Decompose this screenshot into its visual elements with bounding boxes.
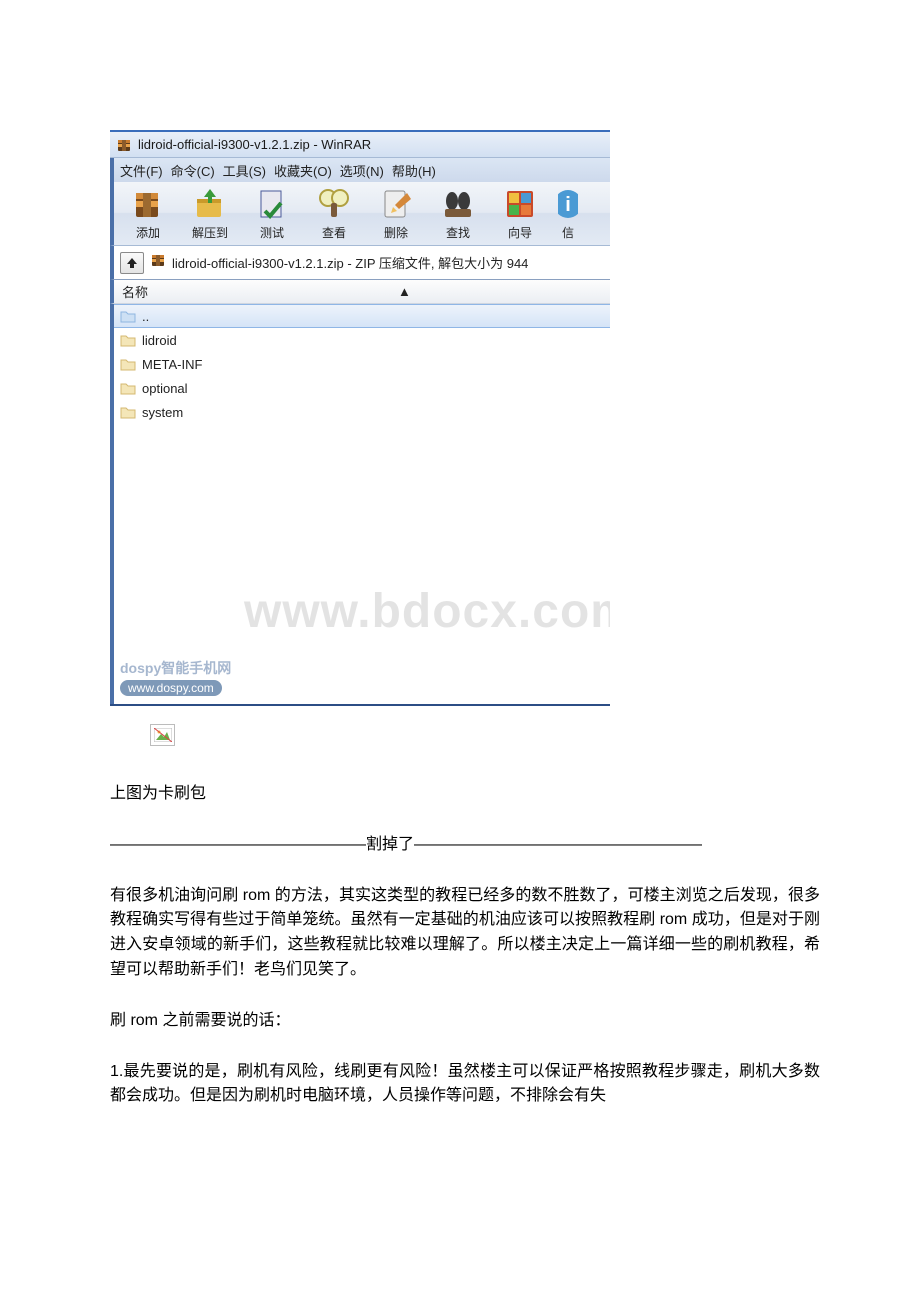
list-item[interactable]: optional (114, 376, 610, 400)
folder-icon (120, 356, 136, 372)
toolbar-find-button[interactable]: 查找 (434, 186, 482, 241)
menu-options[interactable]: 选项(N) (340, 161, 384, 180)
menu-tools[interactable]: 工具(S) (223, 161, 266, 180)
watermark-text: www.bdocx.com (244, 584, 610, 639)
folder-up-icon (120, 308, 136, 324)
caption-text: 上图为卡刷包 (110, 782, 820, 807)
missing-image-placeholder (150, 724, 175, 746)
separator-line: ————————————————割掉了—————————————————— (110, 833, 820, 858)
svg-text:i: i (565, 194, 571, 216)
menubar: 文件(F) 命令(C) 工具(S) 收藏夹(O) 选项(N) 帮助(H) (110, 158, 610, 182)
wizard-icon (502, 186, 538, 222)
toolbar-view-button[interactable]: 查看 (310, 186, 358, 241)
up-button[interactable] (120, 252, 144, 274)
article-body: 上图为卡刷包 ————————————————割掉了——————————————… (110, 782, 820, 1109)
menu-help[interactable]: 帮助(H) (392, 161, 436, 180)
folder-icon (120, 404, 136, 420)
view-icon (316, 186, 352, 222)
list-item[interactable]: META-INF (114, 352, 610, 376)
toolbar-test-button[interactable]: 测试 (248, 186, 296, 241)
path-bar: lidroid-official-i9300-v1.2.1.zip - ZIP … (110, 246, 610, 280)
find-icon (440, 186, 476, 222)
paragraph: 刷 rom 之前需要说的话： (110, 1009, 820, 1034)
list-item[interactable]: system (114, 400, 610, 424)
extract-icon (192, 186, 228, 222)
folder-icon (120, 332, 136, 348)
toolbar: 添加 解压到 (110, 182, 610, 246)
archive-icon (150, 252, 166, 273)
col-name-label: 名称 (122, 282, 148, 301)
info-icon: i (558, 186, 578, 222)
path-text: lidroid-official-i9300-v1.2.1.zip - ZIP … (172, 253, 528, 272)
toolbar-info-button[interactable]: i 信 (558, 186, 578, 241)
winrar-screenshot: lidroid-official-i9300-v1.2.1.zip - WinR… (110, 130, 610, 706)
watermark-logo: dospy智能手机网 www.dospy.com (120, 658, 231, 696)
column-header[interactable]: 名称 ▲ (110, 280, 610, 304)
toolbar-delete-button[interactable]: 删除 (372, 186, 420, 241)
window-titlebar: lidroid-official-i9300-v1.2.1.zip - WinR… (110, 132, 610, 158)
delete-icon (378, 186, 414, 222)
toolbar-add-button[interactable]: 添加 (124, 186, 172, 241)
menu-command[interactable]: 命令(C) (171, 161, 215, 180)
list-item[interactable]: lidroid (114, 328, 610, 352)
file-list: .. lidroid META-INF optional (110, 304, 610, 704)
winrar-app-icon (116, 137, 132, 153)
menu-favorites[interactable]: 收藏夹(O) (274, 161, 332, 180)
folder-icon (120, 380, 136, 396)
window-title: lidroid-official-i9300-v1.2.1.zip - WinR… (138, 137, 371, 152)
list-item-parent[interactable]: .. (114, 304, 610, 328)
test-icon (254, 186, 290, 222)
menu-file[interactable]: 文件(F) (120, 161, 163, 180)
paragraph: 有很多机油询问刷 rom 的方法，其实这类型的教程已经多的数不胜数了，可楼主浏览… (110, 884, 820, 983)
paragraph: 1.最先要说的是，刷机有风险，线刷更有风险！虽然楼主可以保证严格按照教程步骤走，… (110, 1060, 820, 1110)
add-icon (130, 186, 166, 222)
toolbar-extract-button[interactable]: 解压到 (186, 186, 234, 241)
sort-indicator-icon: ▲ (398, 284, 411, 299)
toolbar-wizard-button[interactable]: 向导 (496, 186, 544, 241)
